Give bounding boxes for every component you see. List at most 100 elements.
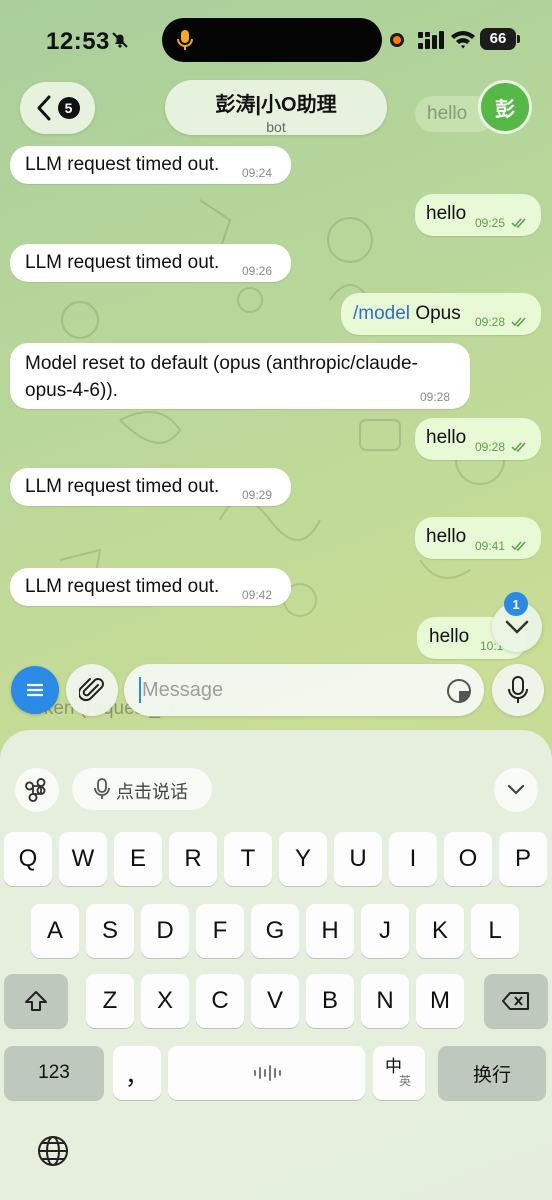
double-check-icon [511, 317, 526, 327]
comma-key[interactable]: ， [113, 1046, 161, 1100]
message-incoming[interactable]: Model reset to default (opus (anthropic/… [10, 343, 470, 409]
message-incoming[interactable]: LLM request timed out. 09:29 [10, 468, 291, 506]
key-a[interactable]: A [31, 904, 79, 958]
key-b[interactable]: B [306, 974, 354, 1028]
key-f[interactable]: F [196, 904, 244, 958]
message-text: LLM request timed out. [25, 252, 220, 273]
key-s[interactable]: S [86, 904, 134, 958]
key-n[interactable]: N [361, 974, 409, 1028]
key-q[interactable]: Q [4, 832, 52, 886]
message-incoming[interactable]: LLM request timed out. 09:24 [10, 146, 291, 184]
backspace-key[interactable] [484, 974, 548, 1028]
chat-title-pill[interactable]: 彭涛|小O助理 bot [165, 80, 387, 135]
keyboard-apps-button[interactable] [15, 768, 59, 812]
key-v[interactable]: V [251, 974, 299, 1028]
text-cursor [139, 677, 141, 703]
key-d[interactable]: D [141, 904, 189, 958]
waveform-icon [253, 1065, 281, 1081]
message-incoming[interactable]: LLM request timed out. 09:42 [10, 568, 291, 606]
message-time: 09:41 [475, 539, 506, 553]
key-u[interactable]: U [334, 832, 382, 886]
microphone-icon [508, 676, 528, 703]
key-e[interactable]: E [114, 832, 162, 886]
message-time: 09:26 [242, 264, 273, 278]
key-g[interactable]: G [251, 904, 299, 958]
voice-record-button[interactable] [492, 664, 544, 716]
new-messages-badge: 1 [504, 592, 528, 616]
key-t[interactable]: T [224, 832, 272, 886]
cellular-signal-icon [418, 31, 444, 49]
key-w[interactable]: W [59, 832, 107, 886]
paperclip-icon [79, 678, 104, 702]
message-input[interactable] [124, 664, 484, 716]
message-time: 09:28 [475, 440, 506, 454]
message-outgoing[interactable]: hello 09:41 [415, 517, 541, 559]
voice-input-button[interactable]: 点击说话 [72, 768, 212, 810]
key-i[interactable]: I [389, 832, 437, 886]
key-c[interactable]: C [196, 974, 244, 1028]
chevron-down-icon [507, 784, 525, 795]
message-text: Opus [415, 303, 461, 324]
microphone-indicator-icon [177, 30, 193, 50]
return-key[interactable]: 换行 [438, 1046, 546, 1100]
key-l[interactable]: L [471, 904, 519, 958]
back-button[interactable]: 5 [20, 82, 95, 134]
globe-icon[interactable] [36, 1134, 70, 1168]
message-time: 09:24 [242, 166, 273, 180]
microphone-icon [94, 778, 110, 799]
message-text: LLM request timed out. [25, 576, 220, 597]
numbers-key[interactable]: 123 [4, 1046, 104, 1100]
message-time: 09:28 [420, 390, 451, 404]
battery-icon: 66 [480, 28, 520, 50]
message-time: 09:42 [242, 588, 273, 602]
key-x[interactable]: X [141, 974, 189, 1028]
message-time: 09:25 [475, 216, 506, 230]
double-check-icon [511, 541, 526, 551]
language-key-sub: 英 [399, 1074, 412, 1088]
bot-menu-button[interactable] [11, 666, 59, 714]
chevron-down-icon [505, 620, 529, 634]
message-incoming[interactable]: LLM request timed out. 09:26 [10, 244, 291, 282]
chat-subtitle: bot [266, 119, 286, 135]
dynamic-island [162, 18, 382, 62]
message-text: hello [426, 427, 467, 448]
message-text-line2: opus-4-6)). [25, 380, 118, 401]
key-p[interactable]: P [499, 832, 547, 886]
key-z[interactable]: Z [86, 974, 134, 1028]
space-key[interactable] [168, 1046, 365, 1100]
message-outgoing[interactable]: /model Opus 09:28 [341, 293, 541, 335]
double-check-icon [511, 218, 526, 228]
status-time: 12:53 [46, 28, 110, 55]
message-text-line1: Model reset to default (opus (anthropic/… [25, 353, 418, 374]
shift-key[interactable] [4, 974, 68, 1028]
attach-button[interactable] [66, 664, 118, 716]
backspace-icon [502, 992, 529, 1010]
language-switch-key[interactable]: 中 英 [373, 1046, 425, 1100]
bot-command-link[interactable]: /model [353, 303, 410, 324]
wifi-icon [451, 31, 475, 49]
message-text: LLM request timed out. [25, 154, 220, 175]
message-time: 09:28 [475, 315, 506, 329]
key-j[interactable]: J [361, 904, 409, 958]
message-text: hello [426, 203, 467, 224]
chevron-left-icon [37, 95, 50, 121]
bell-slash-icon [112, 32, 128, 48]
menu-icon [26, 683, 44, 697]
key-k[interactable]: K [416, 904, 464, 958]
status-bar: 12:53 66 [0, 0, 552, 80]
message-outgoing[interactable]: hello 09:25 [415, 194, 541, 236]
message-outgoing[interactable]: hello 09:28 [415, 418, 541, 460]
collapse-keyboard-button[interactable] [494, 768, 538, 812]
unread-count-badge: 5 [57, 97, 80, 119]
key-m[interactable]: M [416, 974, 464, 1028]
recording-dot-icon [390, 33, 404, 47]
message-text: hello [426, 526, 467, 547]
avatar[interactable]: 彭 [478, 80, 532, 134]
key-r[interactable]: R [169, 832, 217, 886]
sticker-icon[interactable] [446, 678, 472, 704]
key-o[interactable]: O [444, 832, 492, 886]
keyboard: 点击说话 Q W E R T Y U I O P A S D F G H J K… [0, 730, 552, 1200]
key-y[interactable]: Y [279, 832, 327, 886]
key-h[interactable]: H [306, 904, 354, 958]
chat-name: 彭涛|小O助理 [215, 94, 337, 116]
